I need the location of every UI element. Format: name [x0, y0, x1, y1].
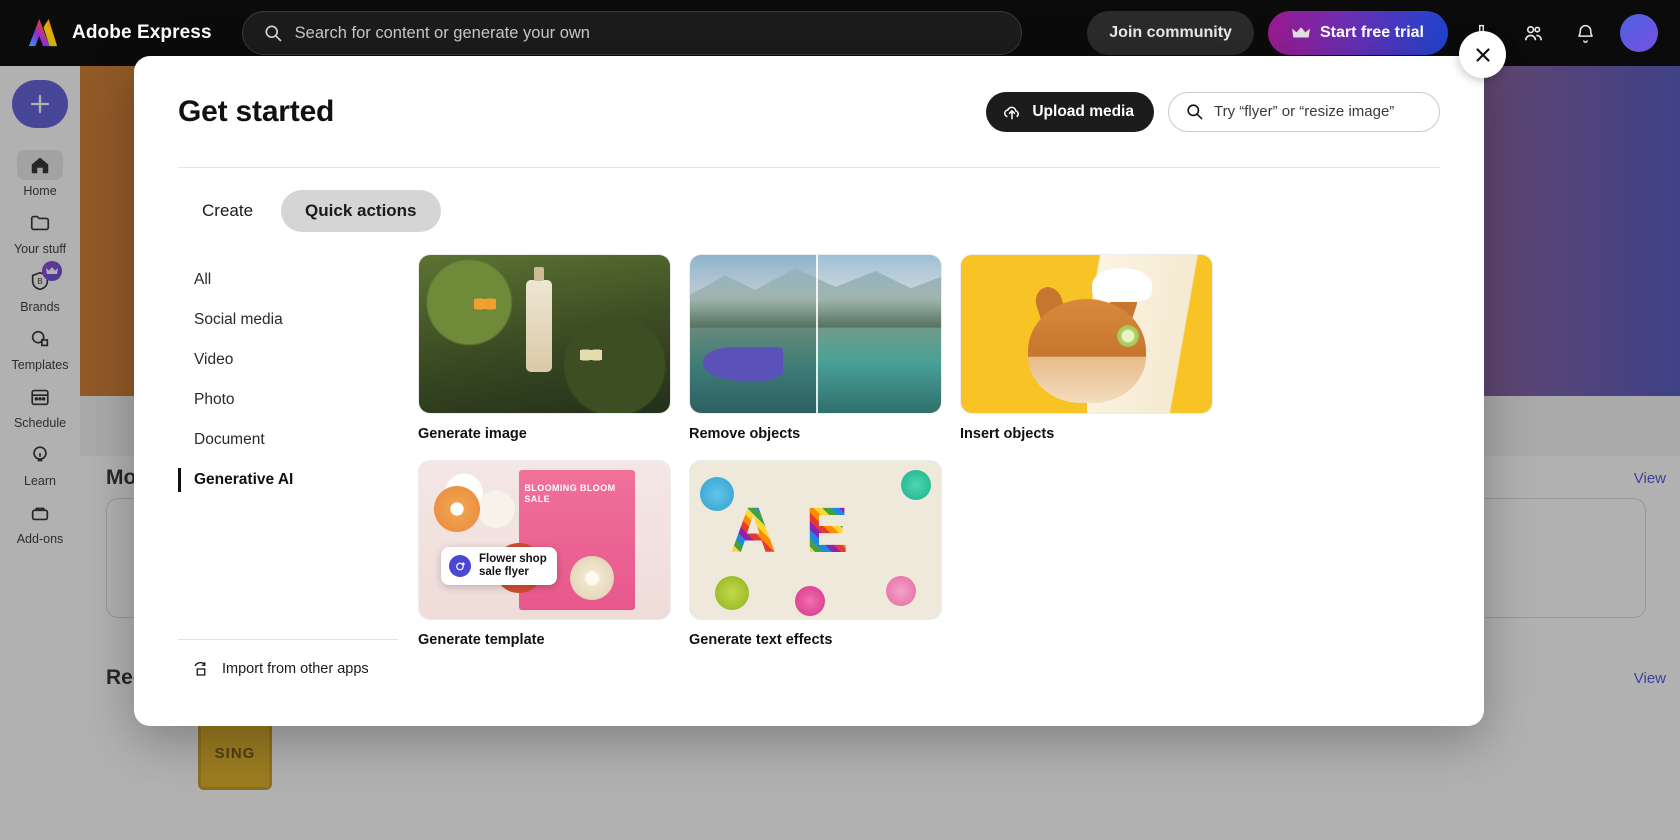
- sparkle-template-icon: [449, 555, 471, 578]
- rose-orange: [434, 486, 481, 533]
- pom-pom: [885, 576, 916, 607]
- import-icon: [194, 662, 206, 676]
- bell-icon[interactable]: [1566, 14, 1604, 52]
- search-icon: [1187, 104, 1203, 120]
- card-label: Generate image: [418, 426, 527, 442]
- modal-header: Get started Upload media Try “flyer” or …: [178, 56, 1440, 168]
- page-title: Get started: [178, 94, 335, 128]
- tab-create[interactable]: Create: [178, 190, 277, 232]
- import-label: Import from other apps: [222, 661, 369, 677]
- category-generative-ai[interactable]: Generative AI: [178, 460, 398, 500]
- upload-media-label: Upload media: [1032, 102, 1134, 120]
- modal-body: All Social media Video Photo Document Ge…: [178, 246, 1440, 686]
- card-remove-objects[interactable]: Remove objects: [689, 254, 942, 442]
- card-thumbnail: [689, 254, 942, 414]
- category-document[interactable]: Document: [178, 420, 398, 460]
- card-generate-template[interactable]: BLOOMING BLOOM SALE Flower shop sale fly…: [418, 460, 671, 648]
- shiba-dog-image: [961, 255, 1212, 413]
- category-all[interactable]: All: [178, 260, 398, 300]
- butterfly-icon: [579, 346, 602, 363]
- avatar[interactable]: [1620, 14, 1658, 52]
- card-label: Generate text effects: [689, 632, 833, 648]
- pom-pom: [715, 575, 750, 610]
- category-photo[interactable]: Photo: [178, 380, 398, 420]
- pom-pom: [795, 585, 826, 616]
- category-video[interactable]: Video: [178, 340, 398, 380]
- modal-search-input[interactable]: Try “flyer” or “resize image”: [1168, 91, 1440, 132]
- card-generate-text-effects[interactable]: A E Generate text effects: [689, 460, 942, 648]
- category-divider: [178, 639, 398, 640]
- crown-icon: [1292, 27, 1310, 38]
- forest-butterflies-image: [419, 255, 670, 413]
- letter-a: A: [730, 493, 777, 566]
- card-generate-image[interactable]: Generate image: [418, 254, 671, 442]
- modal-header-actions: Upload media Try “flyer” or “resize imag…: [986, 91, 1440, 132]
- global-search-input[interactable]: Search for content or generate your own: [241, 11, 1022, 55]
- topbar-actions: Join community Start free trial: [1087, 11, 1664, 55]
- template-badge-line2: sale flyer: [479, 566, 529, 579]
- card-thumbnail: A E: [689, 460, 942, 620]
- pom-pom: [900, 470, 931, 501]
- join-community-button[interactable]: Join community: [1087, 11, 1254, 55]
- tab-quick-actions[interactable]: Quick actions: [281, 190, 441, 232]
- card-thumbnail: BLOOMING BLOOM SALE Flower shop sale fly…: [418, 460, 671, 620]
- start-free-trial-label: Start free trial: [1319, 24, 1424, 41]
- brand[interactable]: Adobe Express: [16, 17, 212, 49]
- category-social-media[interactable]: Social media: [178, 300, 398, 340]
- template-badge-text: Flower shop sale flyer: [479, 553, 547, 579]
- upload-cloud-icon: [1004, 106, 1020, 119]
- card-label: Insert objects: [960, 426, 1055, 442]
- cucumber-slice: [1116, 324, 1139, 347]
- serum-bottle: [526, 267, 553, 373]
- modal-tabs: Create Quick actions: [178, 168, 1440, 246]
- app-root: Mo View entation Recent View SING Home: [0, 0, 1680, 840]
- quick-actions-grid: Generate image Remove objects Insert obj…: [418, 246, 1440, 686]
- card-thumbnail: [960, 254, 1213, 414]
- chef-hat: [1091, 267, 1152, 302]
- close-modal-button[interactable]: [1459, 31, 1506, 78]
- get-started-modal: Get started Upload media Try “flyer” or …: [134, 56, 1484, 726]
- card-label: Remove objects: [689, 426, 801, 442]
- card-label: Generate template: [418, 632, 545, 648]
- before-after-divider: [815, 255, 818, 413]
- pom-pom: [700, 476, 735, 511]
- letter-e: E: [805, 493, 849, 566]
- dog-face: [1027, 299, 1146, 404]
- modal-search-placeholder: Try “flyer” or “resize image”: [1214, 103, 1395, 120]
- card-thumbnail: [418, 254, 671, 414]
- brand-name: Adobe Express: [72, 22, 212, 43]
- adobe-express-logo-icon: [28, 18, 58, 47]
- search-icon: [265, 25, 281, 42]
- upload-media-button[interactable]: Upload media: [986, 91, 1154, 132]
- start-free-trial-button[interactable]: Start free trial: [1267, 11, 1448, 55]
- community-icon[interactable]: [1514, 14, 1552, 52]
- global-search-placeholder: Search for content or generate your own: [294, 23, 590, 42]
- rose-white: [569, 555, 614, 600]
- flower-flyer-image: BLOOMING BLOOM SALE: [419, 461, 670, 619]
- flyer-poster-text: BLOOMING BLOOM SALE: [524, 483, 616, 505]
- butterfly-icon: [474, 296, 497, 313]
- template-prompt-badge: Flower shop sale flyer: [441, 547, 557, 586]
- card-insert-objects[interactable]: Insert objects: [960, 254, 1213, 442]
- rainbow-letters-image: A E: [690, 461, 941, 619]
- category-list: All Social media Video Photo Document Ge…: [178, 246, 398, 686]
- close-icon: [1475, 47, 1490, 62]
- template-badge-line1: Flower shop: [479, 553, 547, 565]
- import-from-other-apps-link[interactable]: Import from other apps: [192, 660, 369, 678]
